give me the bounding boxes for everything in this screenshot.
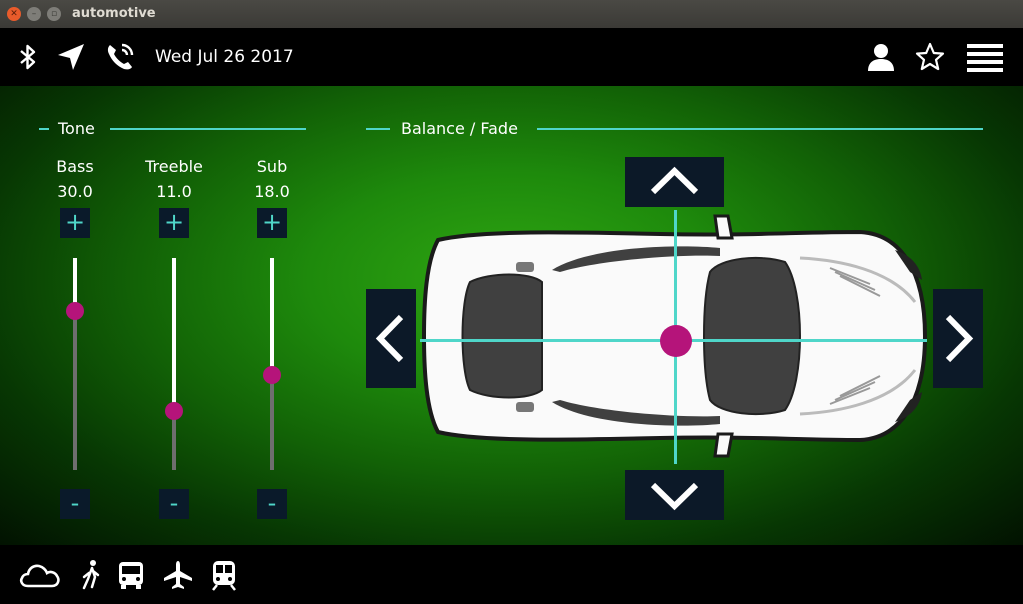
fade-rear-button[interactable] [625,470,724,520]
sub-slider-knob[interactable] [263,365,281,384]
phone-call-icon[interactable] [104,41,136,73]
bass-label: Bass [56,157,94,176]
sub-value: 18.0 [254,182,290,201]
balance-heading-line-right [537,128,983,130]
treeble-slider-knob[interactable] [165,401,183,420]
airplane-icon[interactable] [162,559,194,591]
window-close-button[interactable]: ✕ [7,7,21,21]
navigation-icon[interactable] [55,41,87,73]
treeble-plus-button[interactable]: + [159,208,189,238]
tone-heading: Tone [58,119,95,138]
fade-front-button[interactable] [625,157,724,207]
bottom-bar [0,545,1023,604]
weather-cloud-icon[interactable] [18,559,62,591]
balance-heading: Balance / Fade [401,119,518,138]
balance-fade-knob[interactable] [659,324,692,357]
train-icon[interactable] [208,559,240,591]
treeble-value: 11.0 [156,182,192,201]
chevron-right-icon [945,314,974,363]
chevron-up-icon [650,166,699,195]
treeble-minus-button[interactable]: - [159,489,189,519]
tone-heading-line-left [39,128,49,130]
treeble-slider-fill [172,258,176,411]
bass-value: 30.0 [57,182,93,201]
window-maximize-button[interactable]: ▫ [47,7,61,21]
star-icon[interactable] [914,41,946,73]
window-title: automotive [72,6,156,21]
balance-right-button[interactable] [933,289,983,388]
window-minimize-button[interactable]: – [27,7,41,21]
bass-minus-button[interactable]: - [60,489,90,519]
balance-heading-line-left [366,128,390,130]
chevron-down-icon [650,482,699,511]
bluetooth-icon[interactable] [12,41,44,73]
sub-label: Sub [256,157,288,176]
balance-left-button[interactable] [366,289,416,388]
chevron-left-icon [375,314,404,363]
bass-plus-button[interactable]: + [60,208,90,238]
walk-icon[interactable] [76,559,108,591]
tone-heading-line-right [110,128,306,130]
date-display: Wed Jul 26 2017 [155,47,294,67]
sub-plus-button[interactable]: + [257,208,287,238]
top-bar [0,28,1023,86]
bus-icon[interactable] [115,559,147,591]
sub-minus-button[interactable]: - [257,489,287,519]
menu-icon[interactable] [967,41,1003,73]
bass-slider-knob[interactable] [66,302,84,320]
treeble-label: Treeble [145,157,203,176]
user-icon[interactable] [865,41,897,73]
window-titlebar: ✕ – ▫ automotive [0,0,1023,28]
sub-slider-fill [270,258,274,375]
